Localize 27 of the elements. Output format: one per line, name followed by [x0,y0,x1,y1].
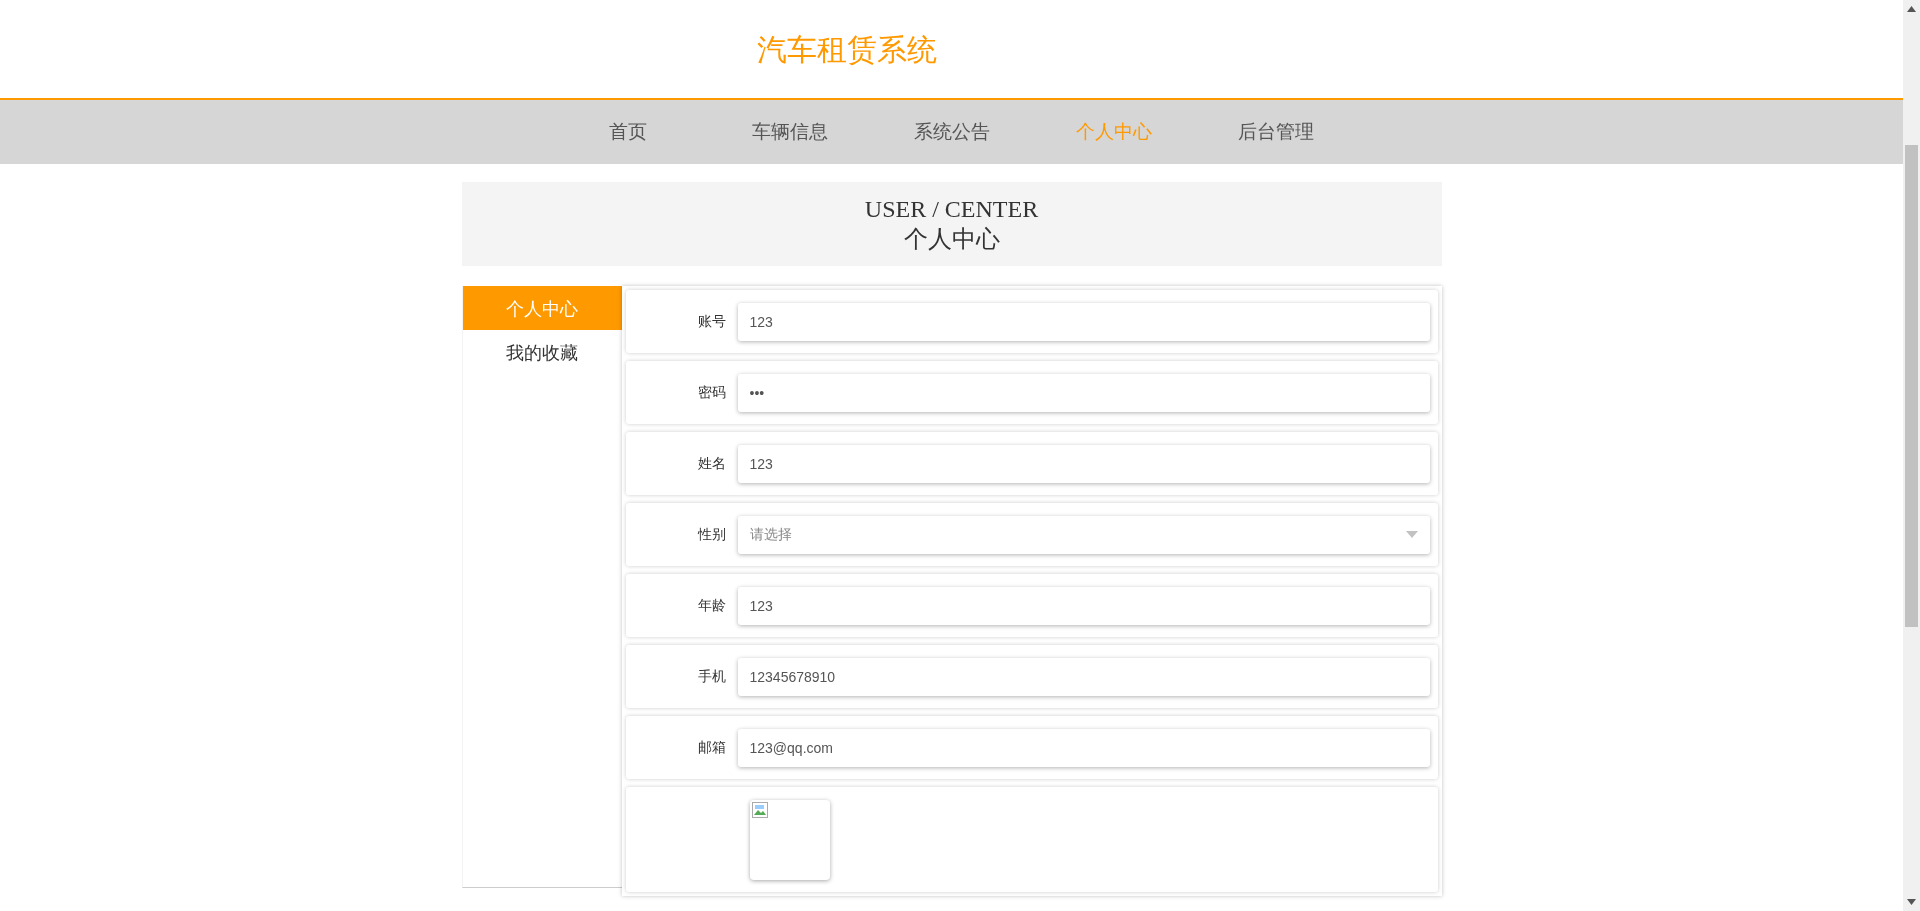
field-label: 手机 [696,667,727,686]
select-field[interactable]: 请选择 [737,515,1430,554]
input-field[interactable]: 123 [737,302,1430,341]
banner-title: USER / CENTER [863,195,1040,224]
field-label: 密码 [696,383,727,402]
site-title: 汽车租赁系统 [756,32,937,66]
nav-link[interactable]: 车辆信息 [708,117,871,147]
field-label: 姓名 [696,454,727,473]
input-field[interactable]: 123 [737,586,1430,625]
password-field[interactable]: ••• [737,373,1430,412]
scrollbar[interactable] [1903,0,1920,911]
caret-icon [1405,531,1418,538]
input-field[interactable]: 123 [737,444,1430,483]
nav-link[interactable]: 后台管理 [1194,117,1357,147]
input-field[interactable]: 123@qq.com [737,728,1430,767]
field-label: 邮箱 [696,738,727,757]
input-field[interactable]: 12345678910 [737,657,1430,696]
scroll-down-icon[interactable] [1907,899,1916,905]
scrollbar-thumb[interactable] [1905,144,1918,627]
field-label: 性别 [696,525,727,544]
nav-link[interactable]: 首页 [546,117,709,147]
nav-link[interactable]: 系统公告 [870,117,1033,147]
field-label: 账号 [696,312,727,331]
select-placeholder: 请选择 [749,525,792,544]
banner-subtitle: 个人中心 [902,225,1001,254]
field-label: 年龄 [696,596,727,615]
scroll-up-icon[interactable] [1907,6,1916,12]
